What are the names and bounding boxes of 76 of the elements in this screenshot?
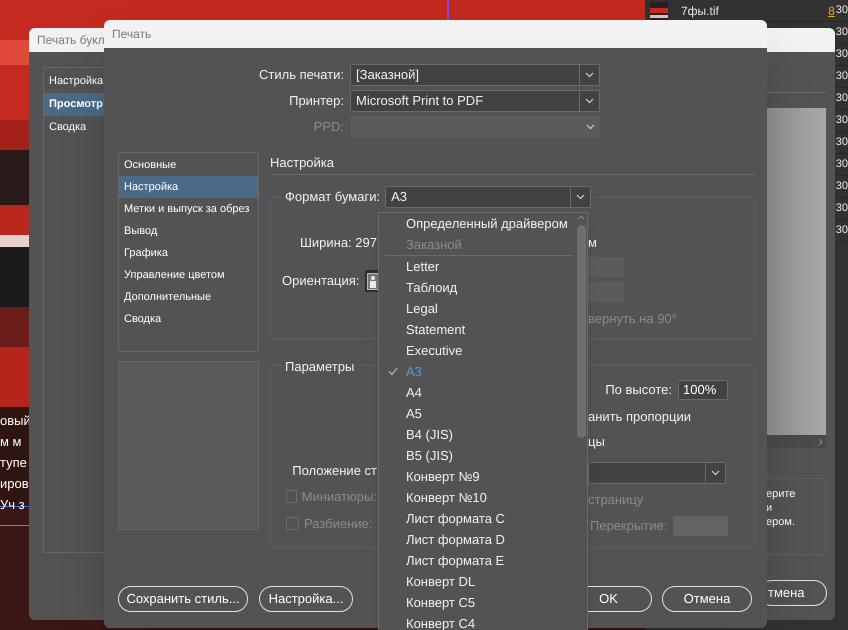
table-cell-text: 30: [836, 157, 848, 172]
field-label: Положение ст: [292, 462, 377, 480]
checkbox-label: анить пропорции: [588, 408, 692, 426]
menu-item[interactable]: Letter: [379, 256, 587, 277]
checkmark-icon: [388, 367, 398, 376]
chevron-down-icon: [585, 98, 594, 104]
field-label: По высоте:: [605, 381, 672, 400]
menu-item[interactable]: Определенный драйвером: [379, 213, 587, 234]
table-cell-text: 30: [836, 113, 848, 128]
scroll-bar[interactable]: [576, 214, 586, 438]
field-label: Принтер:: [288, 92, 345, 110]
menu-item[interactable]: Таблоид: [379, 277, 587, 298]
nav-item[interactable]: Основные: [119, 154, 258, 176]
page-position-select[interactable]: [588, 462, 726, 484]
menu-item[interactable]: A5: [379, 403, 587, 424]
table-cell-text: 30: [836, 223, 848, 238]
chevron-down-icon: [576, 194, 586, 200]
scroll-bar[interactable]: [766, 435, 826, 448]
menu-item[interactable]: A4: [379, 382, 587, 403]
chevron-down-icon: [585, 72, 594, 78]
section-title: Настройка: [270, 154, 334, 172]
table-cell-text: 30: [836, 135, 848, 150]
height-input[interactable]: 100%: [678, 380, 728, 400]
chevron-down-icon: [586, 124, 594, 130]
printer-select[interactable]: Microsoft Print to PDF: [350, 90, 600, 112]
window-title: Печать: [112, 26, 152, 43]
table-cell-text: 30: [836, 201, 848, 216]
menu-item[interactable]: Legal: [379, 298, 587, 319]
nav-item[interactable]: Метки и выпуск за обрез: [119, 198, 258, 220]
field-label: м: [588, 234, 598, 251]
info-text: ером.: [766, 515, 796, 529]
info-text: ерите: [766, 487, 796, 501]
menu-item[interactable]: Конверт №10: [379, 487, 587, 508]
menu-item[interactable]: Лист формата C: [379, 508, 587, 529]
field-label: Ориентация:: [282, 272, 360, 290]
nav-item[interactable]: Вывод: [119, 220, 258, 242]
setup-button[interactable]: Настройка...: [259, 586, 353, 612]
document-text: иров: [0, 475, 30, 493]
table-cell-text: 30: [836, 69, 848, 84]
table-cell-text: 30: [836, 25, 848, 40]
menu-item[interactable]: B5 (JIS): [379, 445, 587, 466]
chevron-up-icon: [577, 214, 585, 222]
field-label: Стиль печати:: [258, 66, 345, 84]
nav-item[interactable]: Графика: [119, 242, 258, 264]
print-style-select[interactable]: [Заказной]: [350, 64, 600, 86]
save-style-button[interactable]: Сохранить стиль...: [118, 586, 248, 612]
document-text: м м: [0, 433, 22, 451]
menu-item[interactable]: Лист формата D: [379, 529, 587, 550]
field-label: Ширина: 297: [300, 234, 377, 251]
chevron-down-icon: [711, 470, 720, 476]
menu-item[interactable]: Executive: [379, 340, 587, 361]
window-title: Печать букл: [37, 32, 105, 49]
document-text: тупе: [0, 454, 28, 472]
nav-item[interactable]: Дополнительные: [119, 286, 258, 308]
table-cell-text: 30: [836, 91, 848, 106]
field-label: цы: [588, 432, 606, 451]
paper-size-select[interactable]: A3: [385, 186, 592, 208]
menu-item[interactable]: Лист формата E: [379, 550, 587, 571]
menu-item[interactable]: Конверт №9: [379, 466, 587, 487]
nav-item[interactable]: Управление цветом: [119, 264, 258, 286]
info-text: и: [766, 501, 774, 515]
input-field[interactable]: [588, 282, 624, 302]
cancel-button[interactable]: Отмена: [662, 586, 752, 612]
nav-item[interactable]: Настройка: [119, 176, 258, 198]
file-name: 7фы.tif: [681, 2, 719, 20]
input-field[interactable]: [588, 257, 624, 277]
table-cell-text: 30: [836, 47, 848, 62]
menu-item[interactable]: Statement: [379, 319, 587, 340]
nav-item[interactable]: Сводка: [119, 308, 258, 330]
portrait-icon: [367, 272, 380, 290]
table-cell-text: 30: [836, 3, 848, 18]
table-cell-text: 30: [836, 179, 848, 194]
link-count[interactable]: 8: [828, 2, 835, 20]
field-label: Формат бумаги:: [285, 188, 380, 206]
chevron-right-icon: [818, 438, 823, 446]
menu-item[interactable]: B4 (JIS): [379, 424, 587, 445]
